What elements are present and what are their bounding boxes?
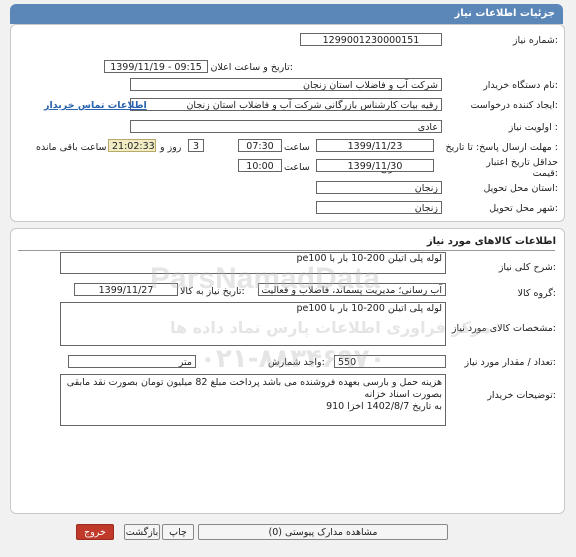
page-title: جزئیات اطلاعات نیاز: [454, 8, 555, 19]
days-label: روز و: [160, 142, 182, 153]
creator-field: رقیه بیات کارشناس بازرگانی شرکت آب و فاض…: [130, 98, 442, 111]
city-field: زنجان: [316, 201, 442, 214]
notes-line1: هزینه حمل و بارسی بعهده فروشنده می باشد …: [66, 377, 442, 400]
price-validity-label: حداقل تاریخ اعتبار قیمت:: [486, 157, 558, 179]
unit-field: متر: [68, 355, 196, 368]
back-button[interactable]: بازگشت: [124, 524, 160, 540]
notes-line2: به تاریخ 1402/8/7 اخزا 910: [326, 401, 442, 412]
need-number-field: 1299001230000151: [300, 33, 442, 46]
priority-field: عادی: [130, 120, 442, 133]
exit-button[interactable]: خروج: [76, 524, 114, 540]
watermark-subtitle: مرکز فراوری اطلاعات پارس نماد داده ها: [170, 318, 491, 337]
price-time-field: 10:00: [238, 159, 282, 172]
qty-label: تعداد / مقدار مورد نیاز:: [464, 357, 556, 368]
city-label: شهر محل تحویل:: [489, 203, 558, 214]
watermark-brand: ParsNamadData: [150, 262, 381, 295]
price-date-field: 1399/11/30: [316, 159, 434, 172]
print-button[interactable]: چاپ: [162, 524, 194, 540]
province-field: زنجان: [316, 181, 442, 194]
goods-section-title: اطلاعات کالاهای مورد نیاز: [426, 236, 556, 247]
announce-field: 1399/11/19 - 09:15: [104, 60, 208, 73]
reply-time-field: 07:30: [238, 139, 282, 152]
reply-deadline-label: مهلت ارسال پاسخ: تا تاریخ :: [445, 142, 558, 153]
remaining-time-field: 21:02:33: [108, 139, 156, 152]
reply-date-field: 1399/11/23: [316, 139, 434, 152]
group-label: گروه کالا:: [517, 288, 556, 299]
days-field: 3: [188, 139, 204, 152]
buyer-label: نام دستگاه خریدار:: [483, 80, 558, 91]
priority-label: اولویت نیاز :: [508, 122, 558, 133]
reply-time-label: ساعت: [284, 142, 310, 153]
creator-label: ایجاد کننده درخواست:: [470, 100, 558, 111]
summary-label: شرح کلی نیاز:: [498, 262, 556, 273]
contact-link[interactable]: اطلاعات تماس خریدار: [44, 100, 147, 111]
goods-divider: [18, 250, 555, 251]
need-number-label: شماره نیاز:: [512, 35, 558, 46]
notes-field: هزینه حمل و بارسی بعهده فروشنده می باشد …: [60, 374, 446, 426]
attachments-button[interactable]: مشاهده مدارک پیوستی (0): [198, 524, 448, 540]
remaining-label: ساعت باقی مانده: [36, 142, 107, 153]
province-label: استان محل تحویل:: [483, 183, 558, 194]
buyer-field: شرکت آب و فاضلاب استان زنجان: [130, 78, 442, 91]
page-header: جزئیات اطلاعات نیاز: [10, 4, 563, 24]
price-time-label: ساعت: [284, 162, 310, 173]
notes-label: توضیحات خریدار:: [487, 390, 556, 401]
watermark-phone: ۰۲۱-۸۸۳۴۶۹۷۰: [200, 344, 386, 374]
